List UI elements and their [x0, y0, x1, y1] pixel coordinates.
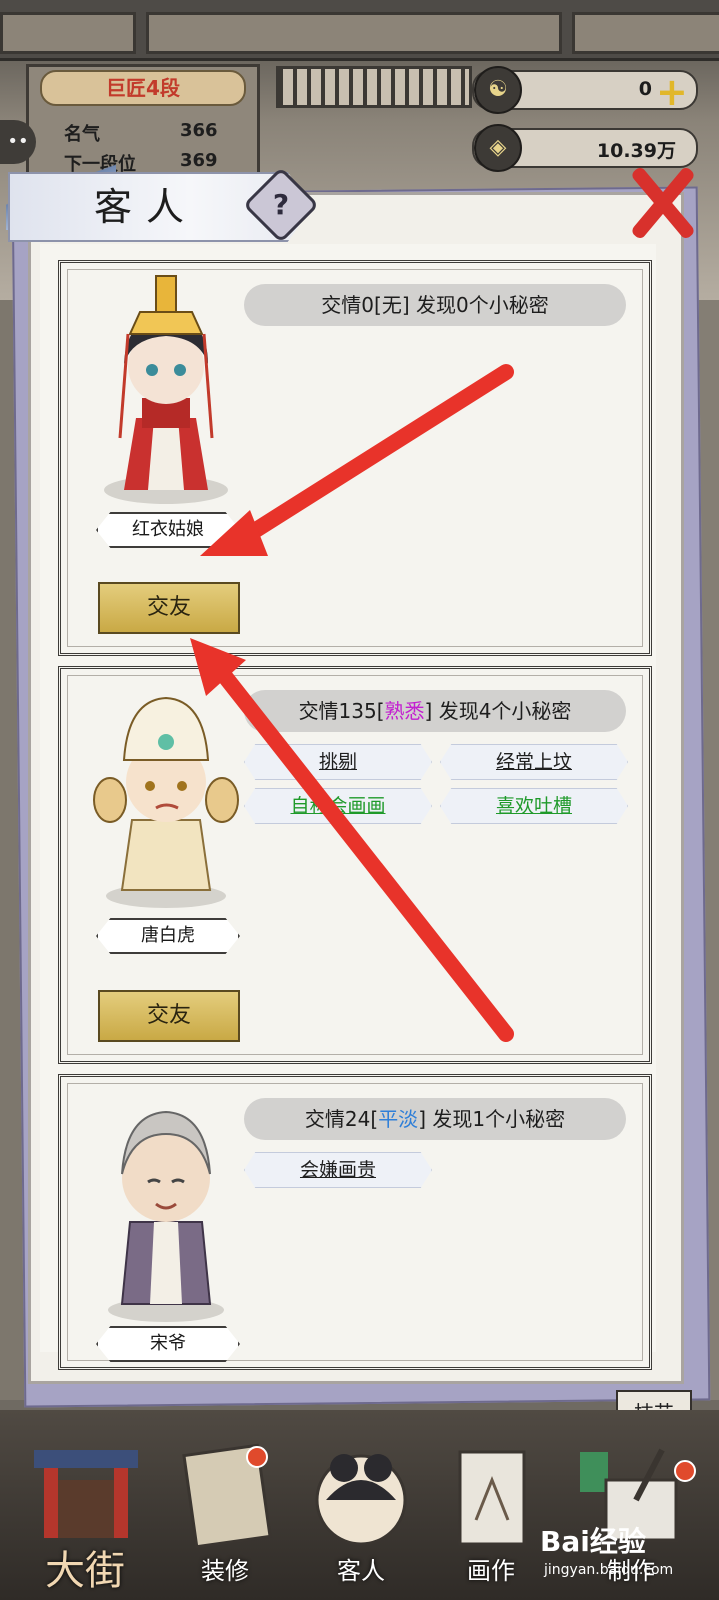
nav-paintings-label: 画作: [467, 1557, 515, 1585]
nav-guests[interactable]: 客人: [296, 1440, 426, 1590]
arrow-line: [232, 364, 514, 548]
annotation-arrows: [190, 364, 514, 1042]
nav-decorate[interactable]: 装修: [160, 1440, 290, 1590]
notification-badge: [246, 1446, 268, 1468]
nav-street[interactable]: 大街: [20, 1440, 150, 1594]
nav-decorate-label: 装修: [201, 1557, 249, 1585]
blueprint-icon: [182, 1443, 272, 1549]
arrow-line: [204, 652, 514, 1042]
arrow-head: [200, 510, 268, 556]
watermark-url: jingyan.baidu.com: [544, 1562, 674, 1578]
guest-portrait-icon: [315, 1454, 407, 1546]
street-gate-icon: [34, 1450, 138, 1538]
watermark-brand: Bai经验: [540, 1525, 646, 1558]
nav-paintings[interactable]: 画作: [426, 1440, 556, 1590]
nav-guests-label: 客人: [337, 1557, 385, 1585]
notification-badge: [674, 1460, 696, 1482]
scroll-painting-icon: [458, 1450, 526, 1546]
nav-street-label: 大街: [45, 1548, 125, 1594]
